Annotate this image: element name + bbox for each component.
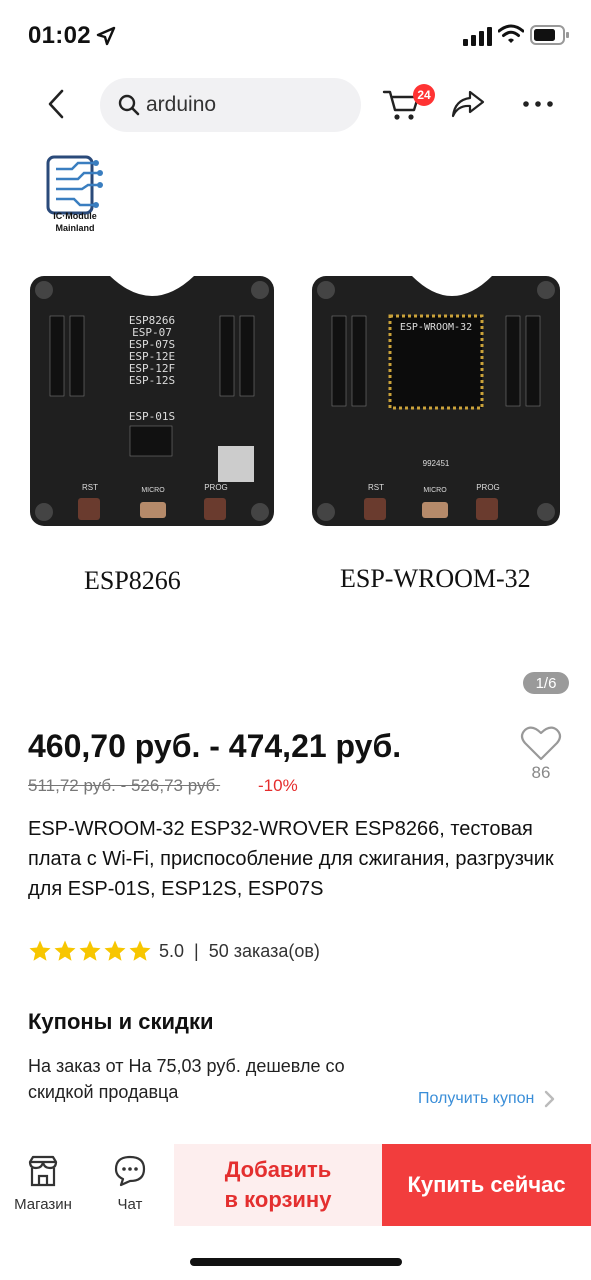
chat-label: Чат — [117, 1196, 143, 1213]
star-icon — [129, 940, 151, 961]
board-b-label-rst: RST — [368, 483, 384, 492]
battery-icon — [530, 25, 569, 45]
star-icon — [54, 940, 76, 961]
chat-button[interactable]: Чат — [100, 1154, 160, 1218]
buy-now-button[interactable]: Купить сейчас — [382, 1144, 591, 1226]
share-icon[interactable] — [450, 88, 486, 120]
add-to-cart-button[interactable]: Добавить в корзину — [174, 1144, 382, 1226]
back-button[interactable] — [36, 84, 76, 124]
more-icon[interactable] — [520, 90, 556, 118]
wifi-icon — [498, 24, 524, 43]
home-indicator[interactable] — [190, 1258, 402, 1266]
star-icon — [79, 940, 101, 961]
board-a-label-micro: MICRO — [141, 487, 165, 494]
top-nav: arduino 24 — [0, 72, 591, 136]
brand-caption-line1: IC·Module — [53, 211, 97, 221]
coupon-description: На заказ от На 75,03 руб. дешевле со ски… — [28, 1056, 345, 1102]
chevron-right-icon — [545, 1090, 555, 1108]
board-a-label-5: ESP-12S — [129, 374, 175, 387]
search-input[interactable]: arduino — [100, 78, 361, 132]
heart-icon[interactable] — [520, 724, 562, 762]
board-a-label-rst: RST — [82, 483, 98, 492]
star-icon — [29, 940, 51, 961]
store-label: Магазин — [14, 1196, 72, 1213]
signal-icon — [463, 27, 492, 46]
orders-count: 50 заказа(ов) — [208, 940, 320, 961]
image-page-indicator: 1/6 — [523, 672, 569, 694]
rating-separator: | — [194, 940, 199, 961]
bottom-action-bar: Магазин Чат Добавить в корзину Купить сей… — [0, 1144, 591, 1226]
board-b-label-prog: PROG — [476, 483, 500, 492]
board-a-label-prog: PROG — [204, 483, 228, 492]
board-b-label-micro: MICRO — [423, 487, 447, 494]
coupons-title: Купоны и скидки — [28, 1009, 214, 1034]
esp-wroom-32-board-image: ESP-WROOM-32 992451 RST MICRO PROG — [312, 276, 560, 526]
board-b-label-0: ESP-WROOM-32 — [400, 322, 472, 333]
esp8266-board-image: ESP8266 ESP-07 ESP-07S ESP-12E ESP-12F E… — [30, 276, 274, 526]
chat-icon — [114, 1155, 146, 1187]
price-range: 460,70 руб. - 474,21 руб. — [28, 728, 402, 764]
status-bar: 01:02 — [0, 0, 591, 72]
location-arrow-icon — [96, 26, 116, 46]
store-button[interactable]: Магазин — [6, 1154, 80, 1218]
board-a-label-6: ESP-01S — [129, 410, 175, 423]
rating-row[interactable]: 5.0 | 50 заказа(ов) — [28, 938, 320, 964]
cart-count-badge: 24 — [413, 84, 435, 106]
brand-caption: IC·Module Mainland — [44, 210, 106, 234]
board-a-caption: ESP8266 — [84, 566, 181, 595]
wish-count: 86 — [531, 763, 551, 782]
back-icon — [48, 89, 64, 119]
status-time: 01:02 — [28, 22, 91, 49]
rating-value: 5.0 — [159, 940, 185, 961]
star-icon — [104, 940, 126, 961]
esp-wroom-32-board-art: ESP-WROOM-32 992451 RST MICRO PROG — [317, 276, 555, 521]
board-b-label-1: 992451 — [423, 459, 450, 468]
board-b-caption: ESP-WROOM-32 — [340, 564, 531, 593]
product-title: ESP-WROOM-32 ESP32-WROVER ESP8266, тесто… — [28, 818, 554, 900]
store-icon — [28, 1155, 58, 1187]
search-query: arduino — [146, 93, 217, 116]
discount-badge: -10% — [258, 776, 298, 795]
old-price-range: 511,72 руб. - 526,73 руб. — [28, 776, 221, 795]
get-coupon-link[interactable]: Получить купон — [418, 1090, 556, 1108]
search-icon — [118, 94, 140, 116]
product-image-gallery[interactable]: IC·Module Mainland ESP8266 ESP-07 ESP-07… — [0, 136, 591, 702]
esp8266-board-art: ESP8266 ESP-07 ESP-07S ESP-12E ESP-12F E… — [35, 276, 269, 521]
get-coupon-label: Получить купон — [418, 1090, 535, 1107]
brand-caption-line2: Mainland — [55, 223, 95, 233]
